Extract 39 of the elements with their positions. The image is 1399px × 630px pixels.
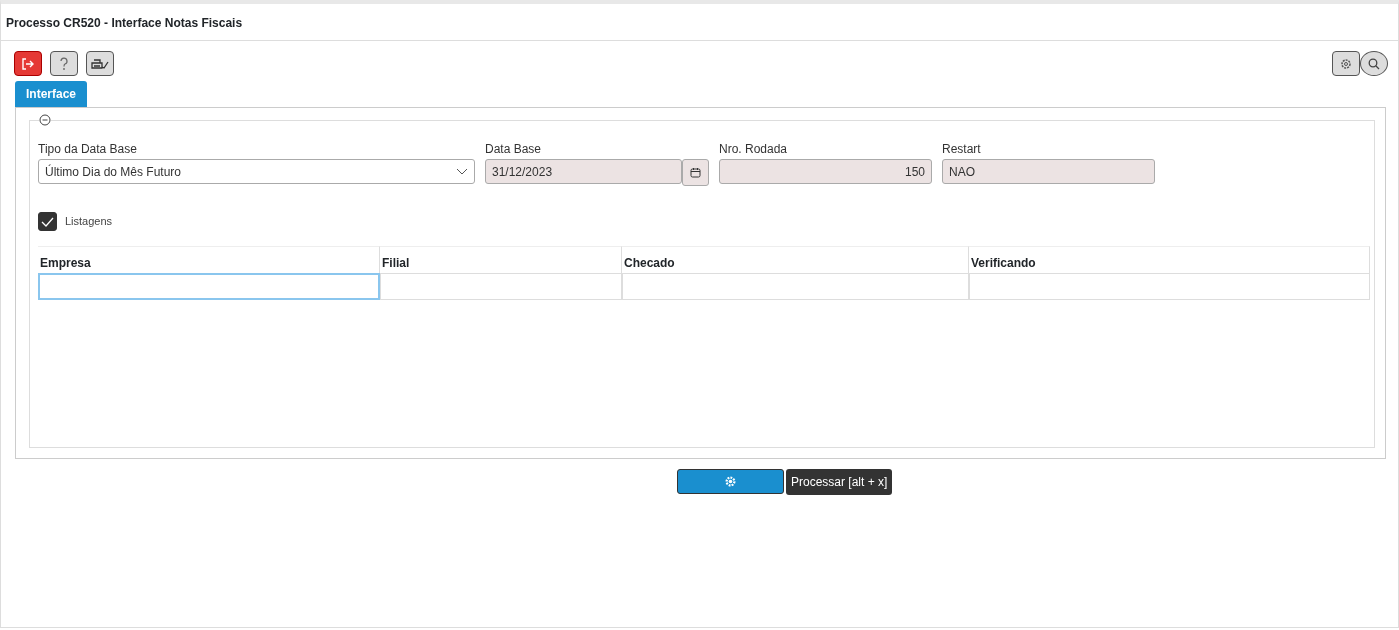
input-field[interactable]: NAO (942, 159, 1155, 184)
printer-icon (91, 57, 109, 70)
chevron-down-icon (456, 167, 468, 176)
gear-icon (725, 476, 736, 487)
input-field[interactable]: 150 (719, 159, 932, 184)
checkbox-label: Listagens (65, 214, 113, 230)
settings-button[interactable] (1332, 51, 1360, 76)
field-label: Nro. Rodada (719, 141, 789, 158)
table-cell[interactable] (622, 273, 969, 300)
exit-icon (21, 56, 35, 71)
checkbox[interactable] (38, 212, 57, 231)
field-label: Tipo da Data Base (38, 141, 138, 158)
calendar-button[interactable] (682, 159, 709, 186)
table-cell[interactable] (38, 273, 380, 300)
column-header: Checado (622, 246, 969, 273)
column-header: Verificando (969, 246, 1370, 273)
search-button[interactable] (1360, 51, 1388, 76)
column-header: Empresa (38, 246, 380, 273)
collapse-icon[interactable] (39, 114, 51, 126)
select-value: Último Dia do Mês Futuro (45, 163, 183, 181)
help-button[interactable] (50, 51, 78, 76)
field-label: Restart (942, 141, 982, 158)
window-title: Processo CR520 - Interface Notas Fiscais (1, 4, 1398, 41)
print-button[interactable] (86, 51, 114, 76)
input-field[interactable]: 31/12/2023 (485, 159, 682, 184)
checkmark-icon (41, 216, 54, 227)
calendar-icon (690, 167, 701, 178)
table-cell[interactable] (969, 273, 1370, 300)
select-field[interactable]: Último Dia do Mês Futuro (38, 159, 475, 184)
column-header: Filial (380, 246, 622, 273)
table-cell[interactable] (380, 273, 622, 300)
settings-icon (1340, 57, 1352, 70)
tab[interactable]: Interface (15, 81, 88, 107)
process-button[interactable] (677, 469, 784, 494)
field-label: Data Base (485, 141, 543, 158)
question-icon (59, 56, 69, 71)
search-icon (1368, 57, 1380, 70)
exit-button[interactable] (14, 51, 42, 76)
tooltip: Processar [alt + x] (786, 469, 893, 495)
